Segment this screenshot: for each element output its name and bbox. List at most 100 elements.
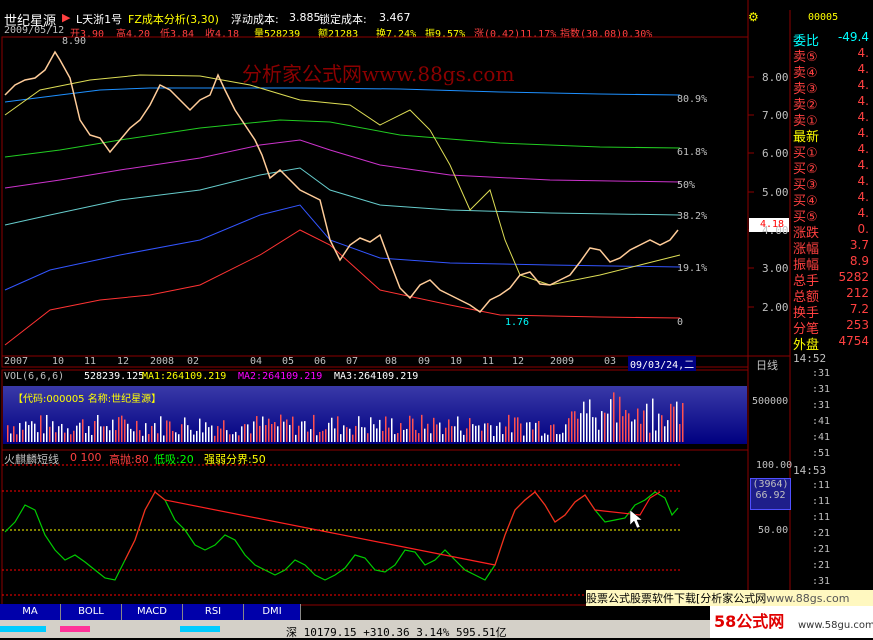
fib-80-line [4, 87, 681, 103]
time-tick: 11 [84, 356, 97, 367]
volume-bar [100, 426, 102, 442]
time-tick: 2009 [550, 356, 575, 367]
volume-bar [622, 416, 624, 442]
osc-box-top: (3964) [752, 479, 789, 490]
quote-value: 4. [857, 78, 869, 92]
time-tick: 10 [450, 356, 463, 367]
volume-bar [184, 417, 186, 442]
tick-row: :21 [812, 528, 831, 539]
tick-row: :41 [812, 416, 831, 427]
volume-bar [85, 433, 87, 442]
volume-bar [202, 432, 204, 442]
current-price-tag: 4.18 [760, 219, 785, 230]
volume-bar [319, 431, 321, 442]
volume-bar [187, 425, 189, 442]
volume-bar [613, 392, 615, 442]
quote-value: -49.4 [837, 30, 869, 44]
volume-bar [280, 414, 282, 442]
tab-macd[interactable]: MACD [122, 604, 183, 620]
volume-bar [334, 428, 336, 442]
volume-bar [205, 422, 207, 442]
volume-bar [409, 415, 411, 442]
volume-bar [325, 429, 327, 442]
time-tick: 11 [482, 356, 495, 367]
ad-banner[interactable]: 股票公式股票软件下载[分析家公式网www.88gs.com [586, 590, 873, 606]
time-axis: 2007 10 11 12 2008 02 04 05 06 07 08 09 … [2, 356, 748, 371]
volume-bar [403, 429, 405, 442]
quote-value: 4. [857, 94, 869, 108]
price-axis-label: 3.00 [762, 262, 789, 275]
volume-bar [580, 413, 582, 442]
volume-bar [616, 422, 618, 442]
site-logo[interactable]: 58公式网 www.58gu.com [710, 606, 873, 638]
quote-value: 4. [857, 142, 869, 156]
volume-bar [295, 434, 297, 442]
volume-bar [505, 426, 507, 442]
volume-bar [574, 411, 576, 442]
volume-bar [670, 403, 672, 442]
price-axis-label: 8.00 [762, 71, 789, 84]
volume-bar [247, 424, 249, 442]
volume-bar [250, 433, 252, 442]
tab-rsi[interactable]: RSI [183, 604, 244, 620]
tab-boll[interactable]: BOLL [61, 604, 122, 620]
volume-bar [64, 432, 66, 442]
quote-value: 4754 [838, 334, 869, 348]
volume-bar [673, 406, 675, 442]
volume-bar [466, 428, 468, 442]
tick-row: :11 [812, 480, 831, 491]
volume-bar [583, 401, 585, 442]
tab-dmi[interactable]: DMI [244, 604, 301, 620]
volume-bar [82, 419, 84, 442]
status-indicator [180, 626, 220, 632]
volume-bar [367, 433, 369, 442]
volume-bar [355, 425, 357, 442]
volume-bar [532, 429, 534, 442]
time-tick: 03 [604, 356, 617, 367]
volume-bar [496, 425, 498, 442]
volume-bar [421, 414, 423, 442]
volume-bar [220, 428, 222, 442]
volume-bar [169, 421, 171, 442]
volume-bar [541, 435, 543, 442]
volume-bar [235, 431, 237, 442]
volume-bar [232, 434, 234, 442]
volume-bar [301, 421, 303, 442]
volume-bar [484, 423, 486, 442]
volume-bar [13, 426, 15, 442]
quote-value: 4. [857, 46, 869, 60]
volume-bar [67, 428, 69, 442]
volume-bar [664, 426, 666, 442]
volume-bar [523, 435, 525, 442]
quote-value: 212 [846, 286, 869, 300]
volume-bar [658, 413, 660, 442]
volume-bar [139, 430, 141, 442]
volume-bar [223, 420, 225, 442]
volume-bar [481, 430, 483, 442]
fib-label: 0 [677, 317, 684, 328]
volume-bar [433, 417, 435, 442]
volume-bar [547, 434, 549, 442]
quote-value: 4. [857, 190, 869, 204]
volume-bar [388, 427, 390, 442]
volume-bar [211, 425, 213, 442]
current-date-tag: 09/03/24,二 [628, 356, 697, 371]
tick-row: :31 [812, 576, 831, 587]
volume-bar [679, 424, 681, 442]
volume-bar [562, 432, 564, 442]
volume-bar [472, 424, 474, 442]
volume-bar [28, 425, 30, 442]
price-line [4, 50, 679, 314]
tab-ma[interactable]: MA [0, 604, 61, 620]
volume-bar [529, 422, 531, 442]
price-axis-label: 2.00 [762, 301, 789, 314]
ad-banner-text: 股票公式股票软件下载[分析家公式网 [586, 592, 767, 605]
volume-bar [487, 423, 489, 442]
status-bar: 深 10179.15 +310.36 3.14% 595.51亿 [0, 620, 710, 639]
day-line-label[interactable]: 日线 [756, 357, 778, 373]
volume-bar [337, 416, 339, 442]
volume-bar [40, 415, 42, 442]
watermark: 分析家公式网www.88gs.com [242, 62, 515, 86]
volume-bar [118, 417, 120, 442]
volume-bar [286, 419, 288, 442]
